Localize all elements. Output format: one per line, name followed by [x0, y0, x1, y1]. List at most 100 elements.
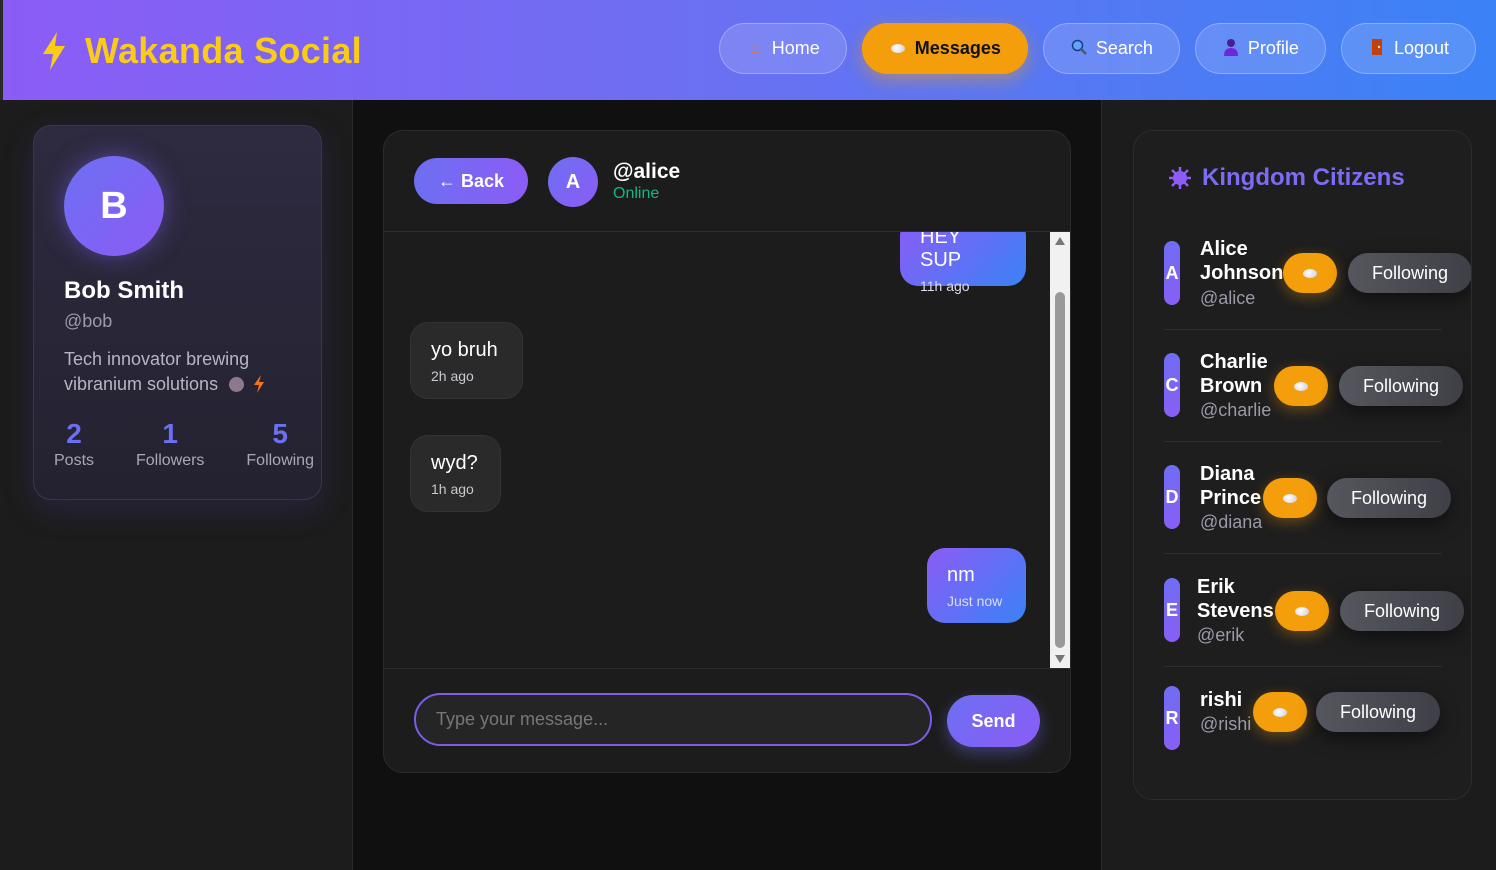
nav-search-button[interactable]: Search [1042, 23, 1180, 74]
message-citizen-button[interactable] [1274, 366, 1328, 406]
speech-bubble-icon [1294, 381, 1308, 391]
citizens-panel: Kingdom Citizens A Alice Johnson @alice … [1133, 130, 1472, 800]
citizen-name-line: Diana [1200, 463, 1255, 485]
citizen-avatar[interactable]: R [1164, 686, 1180, 750]
nav-messages-button[interactable]: Messages [861, 23, 1028, 74]
citizen-row: C Charlie Brown @charlie Following [1164, 330, 1464, 442]
citizen-name-line: Brown [1200, 375, 1263, 397]
profile-card: B Bob Smith @bob Tech innovator brewing … [33, 125, 322, 500]
message-time: 1h ago [431, 481, 474, 497]
message-citizen-button[interactable] [1283, 253, 1337, 293]
speech-bubble-icon [1303, 268, 1317, 278]
nav-profile-button[interactable]: Profile [1194, 23, 1326, 74]
citizen-name-line: Stevens [1197, 600, 1274, 622]
lightning-icon [254, 375, 265, 393]
message-list[interactable]: HEY SUP 11h ago yo bruh 2h ago wyd? 1h a… [384, 232, 1050, 668]
citizen-name[interactable]: Charlie Brown [1200, 350, 1268, 398]
chat-header: ← Back A @alice Online [384, 131, 1070, 232]
stat-posts-value: 2 [66, 418, 82, 449]
message-scrollbar[interactable] [1050, 232, 1070, 668]
message-citizen-button[interactable] [1263, 478, 1317, 518]
citizen-name[interactable]: Diana Prince [1200, 462, 1261, 510]
citizen-name-line: Prince [1200, 487, 1262, 509]
nav-home-button[interactable]: ⌂ Home [718, 23, 847, 74]
citizen-avatar[interactable]: D [1164, 465, 1180, 529]
message-composer: Send [384, 668, 1070, 772]
citizen-handle: @charlie [1200, 400, 1272, 420]
citizen-avatar[interactable]: A [1164, 241, 1180, 305]
message-bubble: HEY SUP 11h ago [900, 232, 1026, 294]
following-button[interactable]: Following [1339, 366, 1464, 406]
send-button[interactable]: Send [947, 695, 1040, 747]
following-button[interactable]: Following [1348, 253, 1471, 293]
citizen-name[interactable]: rishi [1200, 688, 1242, 712]
lightning-icon [43, 32, 65, 70]
nav-logout-button[interactable]: Logout [1340, 23, 1476, 74]
profile-stats: 2 Posts 1 Followers 5 Following [54, 418, 314, 470]
scroll-thumb[interactable] [1055, 292, 1065, 648]
citizen-row: A Alice Johnson @alice Following [1164, 218, 1471, 330]
message-bubble: yo bruh 2h ago [410, 322, 523, 399]
nav-profile-label: Profile [1247, 38, 1299, 58]
stat-followers[interactable]: 1 Followers [136, 418, 204, 470]
citizen-name-line: rishi [1200, 689, 1243, 711]
stat-posts[interactable]: 2 Posts [54, 418, 94, 470]
profile-avatar[interactable]: B [64, 156, 164, 256]
house-icon: ⌂ [750, 40, 760, 57]
message-time: 2h ago [431, 368, 474, 384]
person-icon [1222, 38, 1240, 60]
nav-logout-label: Logout [1393, 38, 1449, 58]
profile-name: Bob Smith [64, 277, 184, 304]
citizen-row: R rishi @rishi Following [1164, 668, 1442, 780]
back-button[interactable]: ← Back [414, 158, 528, 204]
citizen-avatar[interactable]: E [1164, 578, 1180, 642]
stat-following[interactable]: 5 Following [246, 418, 314, 470]
nav-menu: ⌂ Home Messages Search Profile Logout [718, 23, 1476, 74]
chat-avatar[interactable]: A [548, 157, 598, 207]
speech-bubble-icon [1273, 707, 1287, 717]
chat-panel: ← Back A @alice Online HEY SUP 11h ago y… [383, 130, 1071, 773]
nav-messages-label: Messages [914, 38, 1001, 58]
profile-bio: Tech innovator brewing vibranium solutio… [64, 347, 304, 397]
citizen-handle: @alice [1200, 288, 1256, 308]
citizen-name[interactable]: Alice Johnson [1200, 237, 1283, 285]
citizen-name-line: Erik [1197, 576, 1235, 598]
following-button[interactable]: Following [1340, 591, 1465, 631]
brand[interactable]: Wakanda Social [41, 30, 362, 72]
speech-bubble-icon [1283, 493, 1297, 503]
citizen-avatar[interactable]: C [1164, 353, 1180, 417]
door-icon [1368, 38, 1386, 60]
left-sidebar: B Bob Smith @bob Tech innovator brewing … [0, 100, 353, 870]
following-button[interactable]: Following [1327, 478, 1452, 518]
message-citizen-button[interactable] [1275, 591, 1329, 631]
magnifier-icon [1070, 39, 1088, 59]
citizen-handle: @erik [1197, 625, 1245, 645]
message-text: yo bruh [431, 339, 498, 361]
message-bubble: wyd? 1h ago [410, 435, 501, 512]
scroll-down-arrow[interactable] [1055, 655, 1065, 663]
message-bubble: nm Just now [927, 548, 1026, 623]
following-button[interactable]: Following [1316, 692, 1441, 732]
citizen-name[interactable]: Erik Stevens [1197, 575, 1274, 623]
app-title: Wakanda Social [85, 30, 362, 71]
coffee-icon [229, 377, 245, 392]
message-text: nm [947, 564, 975, 586]
citizen-name-line: Johnson [1200, 262, 1284, 284]
citizens-header: Kingdom Citizens [1168, 164, 1405, 192]
message-input[interactable] [414, 693, 932, 746]
citizen-row: D Diana Prince @diana Following [1164, 442, 1452, 554]
citizen-name-line: Charlie [1200, 351, 1268, 373]
right-sidebar: Kingdom Citizens A Alice Johnson @alice … [1101, 100, 1496, 870]
online-status: Online [613, 185, 660, 202]
stat-following-value: 5 [272, 418, 288, 449]
citizen-handle: @rishi [1200, 714, 1252, 734]
message-citizen-button[interactable] [1253, 692, 1307, 732]
citizen-row: E Erik Stevens @erik Following [1164, 555, 1465, 667]
speech-bubble-icon [889, 40, 907, 57]
stat-posts-label: Posts [54, 452, 95, 469]
speech-bubble-icon [1295, 606, 1309, 616]
scroll-up-arrow[interactable] [1055, 237, 1065, 245]
message-text: HEY SUP [920, 232, 962, 271]
chat-username[interactable]: @alice [613, 160, 680, 184]
citizen-name-line: Alice [1200, 238, 1248, 260]
